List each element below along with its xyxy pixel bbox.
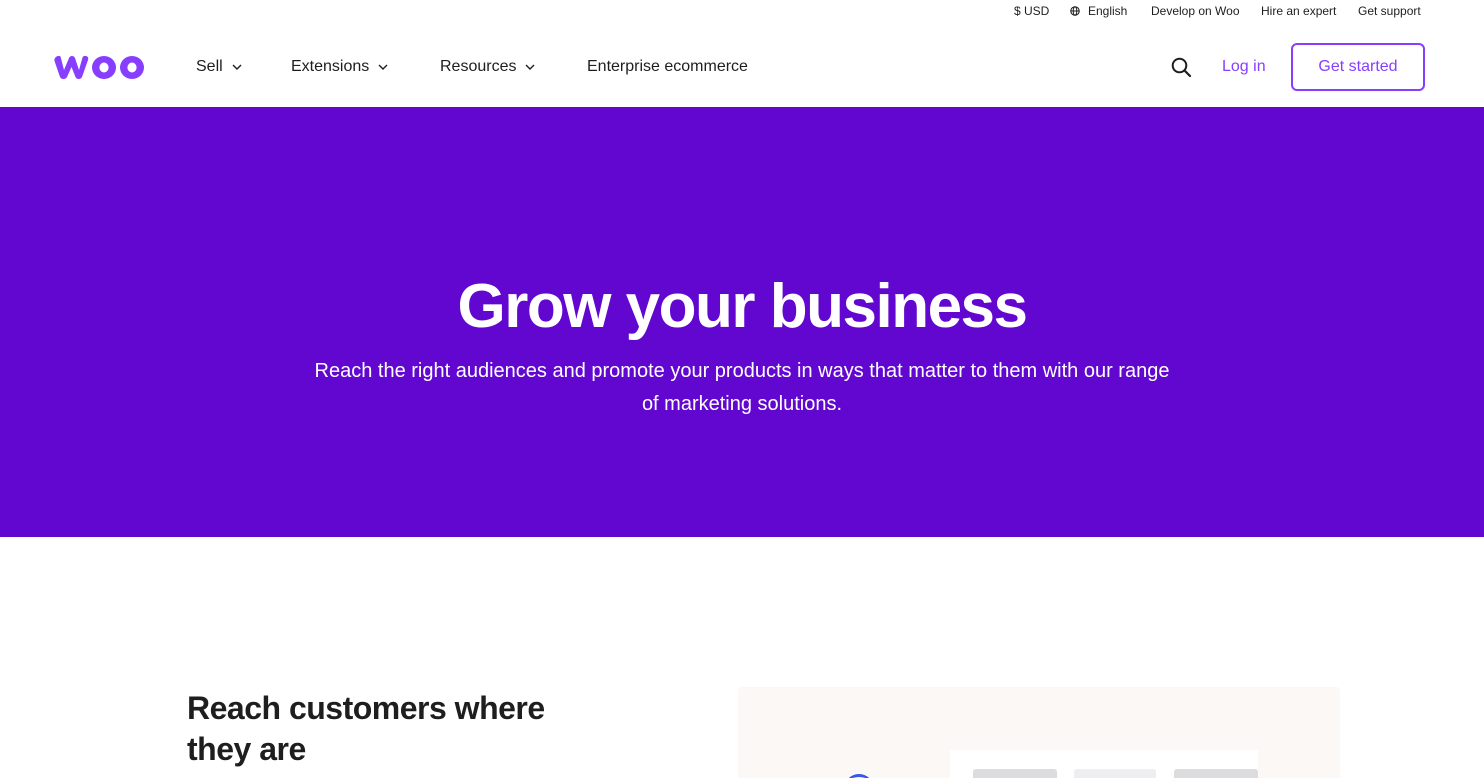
nav-resources[interactable]: Resources bbox=[440, 58, 535, 76]
section-title: Reach customers where they are bbox=[187, 690, 545, 767]
promo-card-panel bbox=[950, 750, 1258, 778]
placeholder-bar bbox=[1074, 769, 1156, 778]
utility-bar: $ USD English Develop on Woo Hire an exp… bbox=[0, 0, 1484, 24]
chevron-down-icon bbox=[378, 64, 388, 70]
nav-extensions[interactable]: Extensions bbox=[291, 58, 388, 76]
nav-enterprise-label: Enterprise ecommerce bbox=[587, 58, 748, 75]
nav-resources-label: Resources bbox=[440, 58, 517, 75]
get-support-link[interactable]: Get support bbox=[1358, 4, 1421, 18]
main-header: Sell Extensions Resources Enterprise eco… bbox=[0, 24, 1484, 107]
search-icon[interactable] bbox=[1170, 56, 1192, 78]
circle-graphic bbox=[844, 774, 874, 778]
nav-enterprise[interactable]: Enterprise ecommerce bbox=[587, 58, 748, 76]
develop-link[interactable]: Develop on Woo bbox=[1151, 4, 1240, 18]
nav-sell[interactable]: Sell bbox=[196, 58, 242, 76]
language-label: English bbox=[1088, 4, 1128, 18]
hero-subtitle: Reach the right audiences and promote yo… bbox=[314, 360, 1170, 415]
placeholder-bar bbox=[973, 769, 1057, 778]
chevron-down-icon bbox=[525, 64, 535, 70]
nav-sell-label: Sell bbox=[196, 58, 223, 75]
hero-title: Grow your business bbox=[457, 272, 1028, 341]
currency-selector[interactable]: $ USD bbox=[1014, 4, 1049, 18]
hire-expert-link[interactable]: Hire an expert bbox=[1261, 4, 1336, 18]
language-selector[interactable]: English bbox=[1070, 4, 1127, 18]
login-link[interactable]: Log in bbox=[1222, 58, 1266, 76]
nav-extensions-label: Extensions bbox=[291, 58, 370, 75]
hero-banner: Grow your business Reach the right audie… bbox=[0, 107, 1484, 537]
placeholder-bar bbox=[1174, 769, 1258, 778]
chevron-down-icon bbox=[232, 64, 242, 70]
woo-logo[interactable] bbox=[52, 51, 150, 83]
get-started-button[interactable]: Get started bbox=[1291, 43, 1425, 91]
promo-illustration bbox=[738, 687, 1340, 778]
globe-icon bbox=[1070, 6, 1080, 16]
